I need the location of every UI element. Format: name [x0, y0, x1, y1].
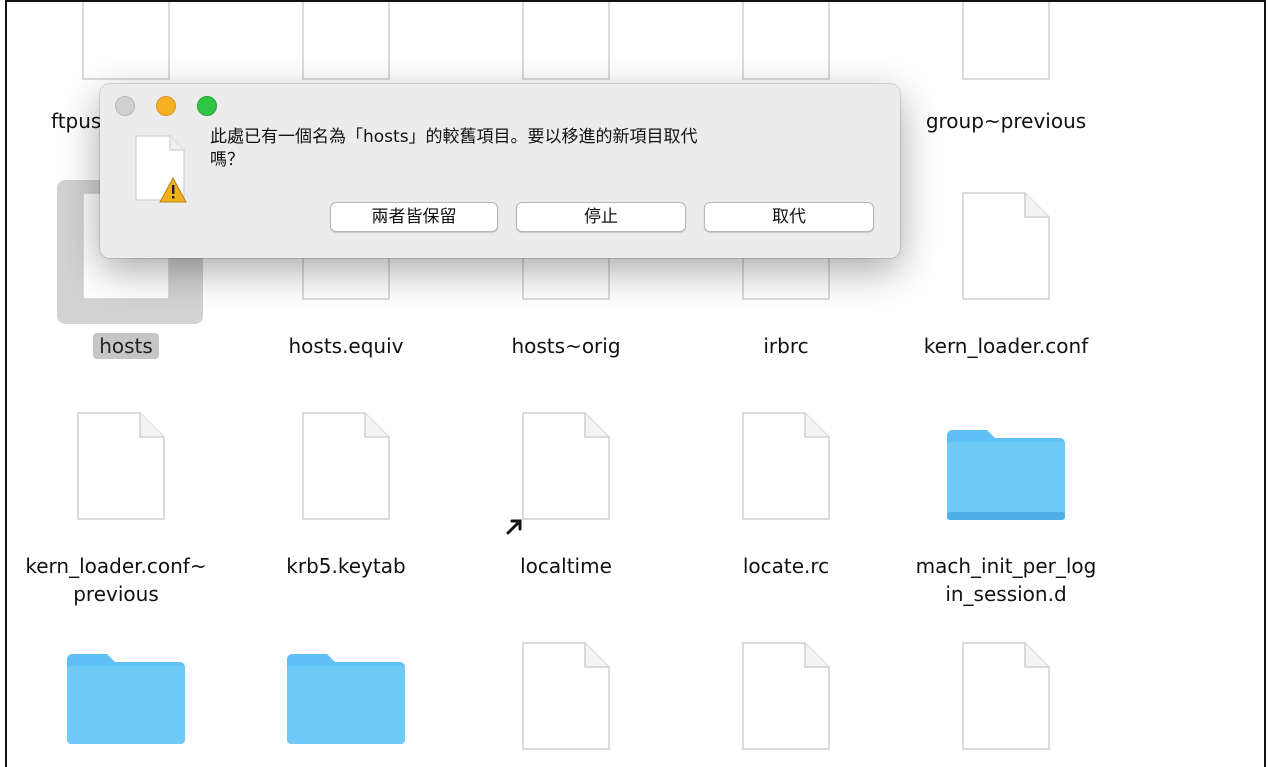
document-icon: [522, 2, 610, 80]
file-label: kern_loader.conf~ previous: [25, 554, 207, 606]
folder-icon: [945, 428, 1067, 522]
dialog-message: 此處已有一個名為「hosts」的較舊項目。要以移進的新項目取代 嗎？: [210, 126, 870, 172]
selected-label-text: hosts: [93, 333, 159, 359]
file-label: group~previous: [925, 109, 1087, 133]
document-icon: [522, 412, 610, 520]
folder-icon: [65, 652, 187, 746]
document-icon: [742, 2, 830, 80]
dialog-message-line2: 嗎？: [210, 150, 244, 170]
keep-both-button[interactable]: 兩者皆保留: [330, 202, 498, 232]
document-icon: [302, 412, 390, 520]
document-icon: [962, 642, 1050, 750]
file-label: kern_loader.conf: [923, 334, 1089, 358]
file-label: locate.rc: [742, 554, 830, 578]
file-label-selected: hosts: [11, 332, 241, 360]
zoom-button[interactable]: [197, 96, 217, 116]
document-icon: [77, 412, 165, 520]
file-label: hosts.equiv: [288, 334, 404, 358]
alias-arrow-icon: [504, 515, 526, 537]
document-icon: [82, 2, 170, 80]
replace-file-dialog: 此處已有一個名為「hosts」的較舊項目。要以移進的新項目取代 嗎？ 兩者皆保留…: [100, 84, 900, 258]
file-label: krb5.keytab: [286, 554, 406, 578]
stop-button[interactable]: 停止: [516, 202, 686, 232]
folder-icon: [285, 652, 407, 746]
document-icon: [522, 642, 610, 750]
replace-button[interactable]: 取代: [704, 202, 874, 232]
dialog-message-line1: 此處已有一個名為「hosts」的較舊項目。要以移進的新項目取代: [210, 127, 698, 147]
minimize-button[interactable]: [156, 96, 176, 116]
document-icon: [742, 412, 830, 520]
document-icon: [962, 192, 1050, 300]
folder-label: mach_init_per_log in_session.d: [915, 554, 1097, 606]
document-icon: [742, 642, 830, 750]
file-label: hosts~orig: [511, 334, 621, 358]
file-label: irbrc: [763, 334, 809, 358]
warning-document-icon: [130, 134, 190, 206]
close-button[interactable]: [115, 96, 135, 116]
document-icon: [962, 2, 1050, 80]
document-icon: [302, 2, 390, 80]
file-label: localtime: [520, 554, 612, 578]
